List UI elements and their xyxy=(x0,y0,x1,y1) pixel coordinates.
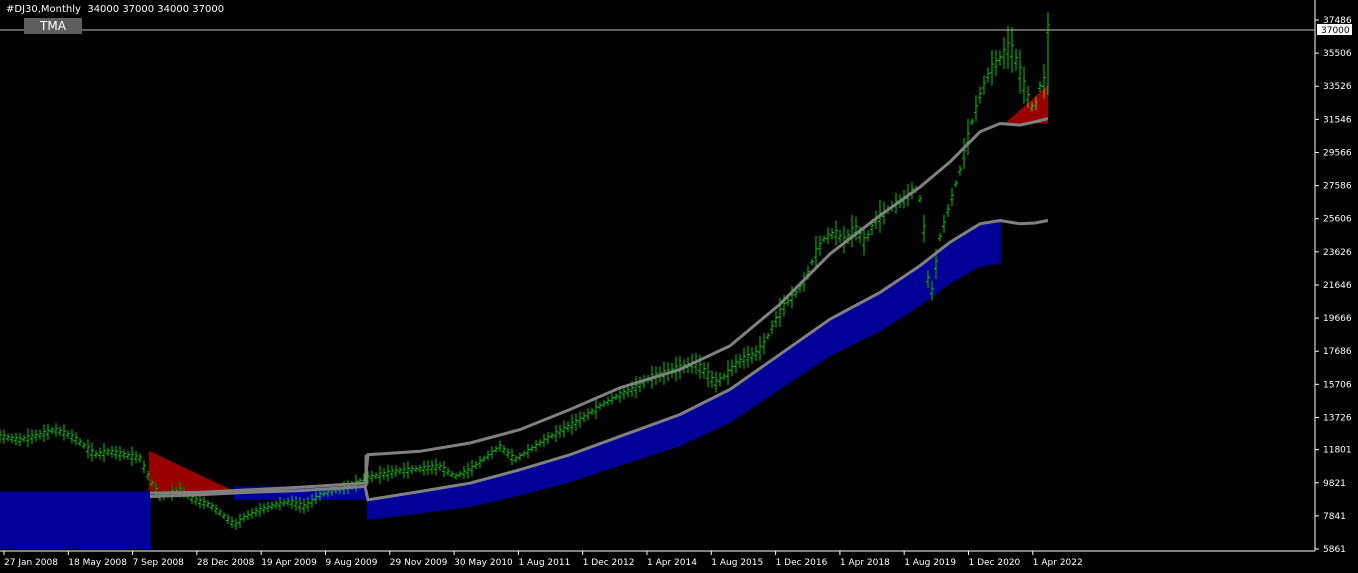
y-tick-label: 7841 xyxy=(1323,512,1346,522)
y-tick-label: 5861 xyxy=(1323,545,1346,555)
x-tick-label: 7 Sep 2008 xyxy=(133,558,185,568)
x-tick-label: 29 Nov 2009 xyxy=(390,558,448,568)
x-tick-label: 28 Dec 2008 xyxy=(197,558,255,568)
x-tick-label: 1 Apr 2022 xyxy=(1033,558,1083,568)
y-tick-label: 23626 xyxy=(1323,248,1352,258)
y-tick-label: 21646 xyxy=(1323,281,1352,291)
y-tick-label: 19666 xyxy=(1323,314,1352,324)
x-tick-label: 1 Dec 2020 xyxy=(969,558,1021,568)
y-tick-label: 31546 xyxy=(1323,115,1352,125)
y-tick-label: 15706 xyxy=(1323,380,1352,390)
x-tick-label: 1 Dec 2016 xyxy=(776,558,828,568)
x-tick-label: 9 Aug 2009 xyxy=(326,558,378,568)
y-tick-label: 29566 xyxy=(1323,148,1352,158)
y-tick-label: 13726 xyxy=(1323,413,1352,423)
x-tick-label: 30 May 2010 xyxy=(454,558,513,568)
x-tick-label: 1 Aug 2015 xyxy=(711,558,763,568)
y-tick-label: 33526 xyxy=(1323,82,1352,92)
x-tick-label: 1 Apr 2014 xyxy=(647,558,697,568)
y-tick-label: 17686 xyxy=(1323,347,1352,357)
y-tick-label: 25606 xyxy=(1323,215,1352,225)
x-tick-label: 1 Apr 2018 xyxy=(840,558,890,568)
price-chart[interactable]: 3748635506335263154629566275862560623626… xyxy=(0,0,1358,573)
y-tick-label: 9821 xyxy=(1323,479,1346,489)
x-tick-label: 19 Apr 2009 xyxy=(261,558,317,568)
x-tick-label: 27 Jan 2008 xyxy=(4,558,58,568)
x-tick-label: 1 Dec 2012 xyxy=(583,558,635,568)
symbol-label: #DJ30,Monthly 34000 37000 34000 37000 xyxy=(6,4,225,15)
x-tick-label: 18 May 2008 xyxy=(68,558,127,568)
y-tick-label: 27586 xyxy=(1323,182,1352,192)
y-tick-label: 11801 xyxy=(1323,446,1352,456)
x-tick-label: 1 Aug 2011 xyxy=(518,558,570,568)
tma-indicator-badge[interactable]: TMA xyxy=(24,18,82,34)
current-price-label: 37000 xyxy=(1321,26,1350,36)
x-tick-label: 1 Aug 2019 xyxy=(904,558,956,568)
y-tick-label: 35506 xyxy=(1323,49,1352,59)
